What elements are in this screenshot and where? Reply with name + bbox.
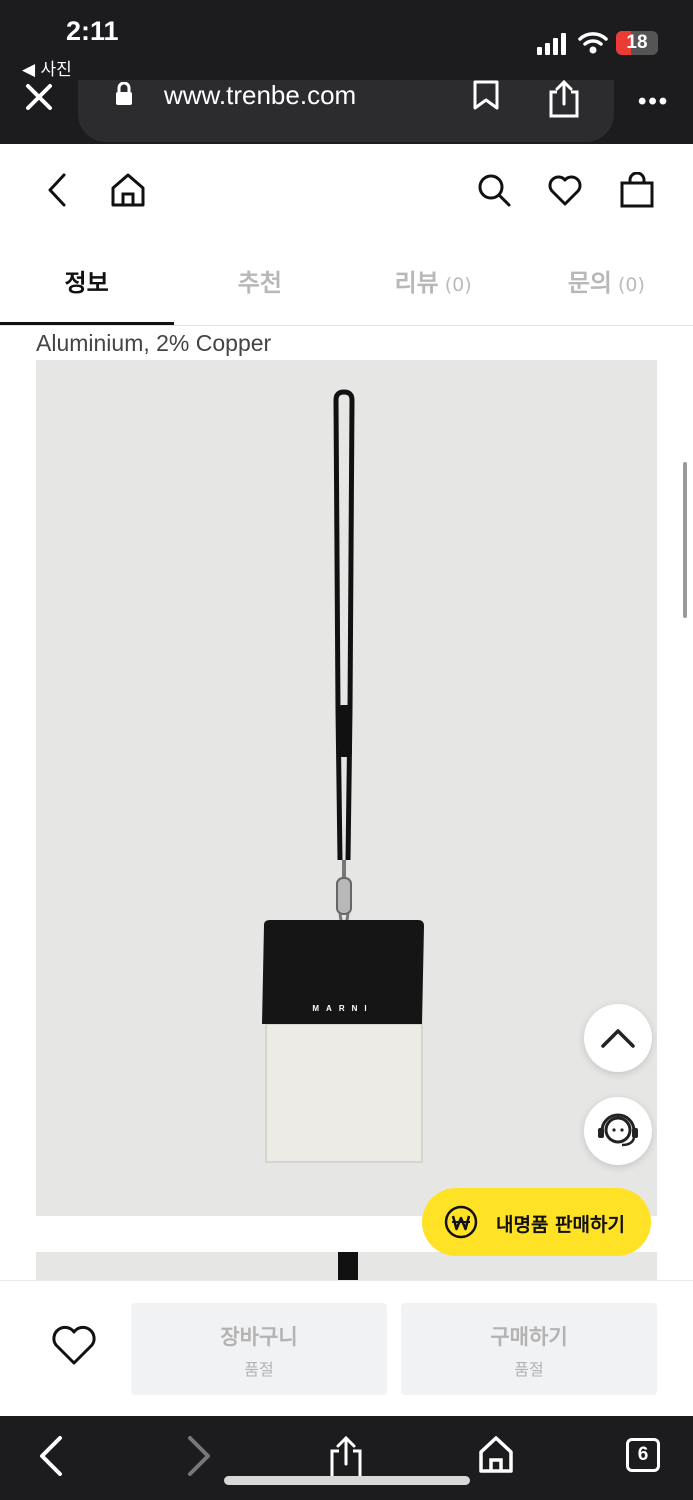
lock-icon [116,82,132,105]
sell-button-label: 내명품 판매하기 [496,1214,625,1236]
more-options-icon[interactable]: ••• [638,88,669,116]
active-tab-indicator [0,322,174,325]
close-icon[interactable] [24,82,54,112]
cellular-signal-icon [537,33,566,55]
tab-info-label: 정보 [64,269,109,297]
add-to-cart-button[interactable]: 장바구니 품절 [131,1303,387,1395]
browser-share-icon[interactable] [328,1434,364,1480]
search-icon[interactable] [476,172,512,208]
headset-agent-icon [598,1113,638,1147]
browser-back-icon[interactable] [36,1434,66,1478]
battery-icon: 18 [616,31,658,55]
browser-toolbar: 6 [0,1416,693,1500]
tab-recommend-label: 추천 [237,269,282,297]
cart-button-status: 품절 [244,1360,274,1379]
shopping-bag-icon[interactable] [619,172,655,208]
back-to-app-link[interactable]: ◀ 사진 [22,55,72,80]
page-scrollbar[interactable] [683,462,687,618]
next-product-image [36,1252,657,1282]
lanyard-bag-illustration: MARNI [262,389,424,1163]
tab-reviews[interactable]: 리뷰 (0) [347,236,520,325]
wifi-icon [578,32,608,54]
browser-top-bar: 2:11 ◀ 사진 18 www.trenbe.com ••• [0,0,693,144]
heart-icon[interactable] [547,172,583,208]
purchase-bar: 장바구니 품절 구매하기 품절 [0,1280,693,1416]
chevron-up-icon [601,1029,635,1048]
bookmark-icon[interactable] [472,80,500,110]
browser-home-icon[interactable] [478,1434,514,1474]
tab-info[interactable]: 정보 [0,236,173,325]
tab-reviews-count: (0) [444,274,472,296]
share-icon[interactable] [547,78,581,118]
home-indicator[interactable] [224,1476,470,1485]
tab-switcher-button[interactable]: 6 [626,1438,660,1472]
tab-recommend[interactable]: 추천 [173,236,346,325]
back-arrow-icon[interactable] [40,172,76,208]
wishlist-heart-icon[interactable] [50,1323,98,1367]
product-image: MARNI [36,360,657,1216]
buy-now-button[interactable]: 구매하기 품절 [401,1303,657,1395]
tab-inquiry-count: (0) [618,274,645,296]
tab-reviews-label: 리뷰 [394,269,439,297]
won-currency-icon [444,1205,478,1239]
tab-inquiry-label: 문의 [567,269,612,297]
buy-button-label: 구매하기 [490,1325,568,1349]
tab-inquiry[interactable]: 문의 (0) [520,236,693,325]
browser-forward-icon[interactable] [184,1434,214,1478]
home-icon[interactable] [110,172,146,208]
url-text[interactable]: www.trenbe.com [164,80,356,111]
cart-button-label: 장바구니 [220,1325,298,1349]
bag-brand-logo: MARNI [312,1004,373,1013]
status-time: 2:11 [66,16,119,46]
battery-level: 18 [626,32,648,53]
buy-button-status: 품절 [514,1360,544,1379]
sell-my-luxury-button[interactable]: 내명품 판매하기 [422,1188,651,1256]
scroll-to-top-button[interactable] [584,1004,652,1072]
customer-support-button[interactable] [584,1097,652,1165]
site-header [0,144,693,236]
product-tabs: 정보 추천 리뷰 (0) 문의 (0) [0,236,693,326]
material-text: Aluminium, 2% Copper [36,330,272,356]
